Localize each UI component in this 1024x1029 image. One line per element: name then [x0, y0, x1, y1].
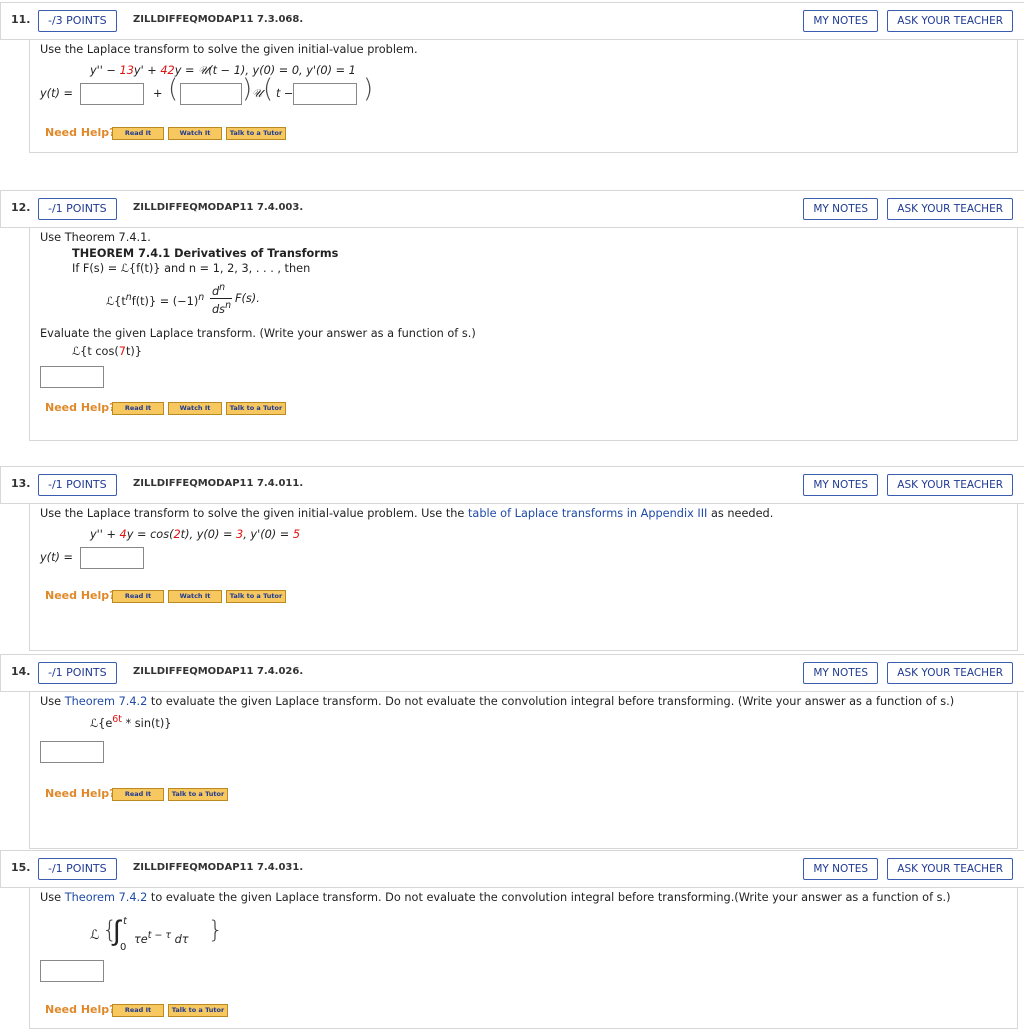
answer-input[interactable]	[40, 741, 104, 763]
talk-tutor-button[interactable]: Talk to a Tutor	[226, 402, 286, 415]
appendix-table-link[interactable]: table of Laplace transforms in Appendix …	[468, 507, 707, 520]
need-help-label: Need Help?	[45, 589, 116, 602]
talk-tutor-button[interactable]: Talk to a Tutor	[226, 127, 286, 140]
laplace-expression: ℒ{t cos(7t)}	[72, 345, 142, 358]
t-minus-label: t −	[276, 87, 294, 100]
need-help-label: Need Help?	[45, 787, 116, 800]
theorem-link[interactable]: Theorem 7.4.2	[65, 695, 148, 708]
ask-teacher-button[interactable]: ASK YOUR TEACHER	[887, 10, 1013, 32]
differential-equation: y'' + 4y = cos(2t), y(0) = 3, y'(0) = 5	[90, 528, 301, 541]
my-notes-button[interactable]: MY NOTES	[803, 10, 878, 32]
talk-tutor-button[interactable]: Talk to a Tutor	[226, 590, 286, 603]
question-id: ZILLDIFFEQMODAP11 7.3.068.	[133, 14, 304, 25]
theorem-title: THEOREM 7.4.1 Derivatives of Transforms	[72, 247, 339, 260]
watch-it-button[interactable]: Watch It	[168, 590, 222, 603]
plus-sign: +	[153, 87, 163, 100]
question-id: ZILLDIFFEQMODAP11 7.4.011.	[133, 478, 304, 489]
question-header: 12. -/1 POINTS ZILLDIFFEQMODAP11 7.4.003…	[0, 190, 1024, 228]
ask-teacher-button[interactable]: ASK YOUR TEACHER	[887, 662, 1013, 684]
right-brace: }	[208, 916, 224, 944]
question-body: Use Theorem 7.4.2 to evaluate the given …	[29, 888, 1018, 1029]
read-it-button[interactable]: Read It	[112, 402, 164, 415]
question-prompt: Use Theorem 7.4.2 to evaluate the given …	[40, 891, 951, 904]
answer-label: y(t) =	[40, 551, 73, 564]
question-body: Use the Laplace transform to solve the g…	[29, 40, 1018, 153]
my-notes-button[interactable]: MY NOTES	[803, 198, 878, 220]
ask-teacher-button[interactable]: ASK YOUR TEACHER	[887, 198, 1013, 220]
question-number: 12.	[11, 201, 31, 214]
question-header: 11. -/3 POINTS ZILLDIFFEQMODAP11 7.3.068…	[0, 2, 1024, 40]
answer-input[interactable]	[40, 366, 104, 388]
points-badge[interactable]: -/1 POINTS	[38, 474, 117, 496]
answer-input-3[interactable]	[293, 83, 357, 105]
answer-input[interactable]	[40, 960, 104, 982]
watch-it-button[interactable]: Watch It	[168, 402, 222, 415]
my-notes-button[interactable]: MY NOTES	[803, 662, 878, 684]
question-body: Use Theorem 7.4.2 to evaluate the given …	[29, 692, 1018, 849]
formula-derivative-denominator: dsn	[212, 300, 232, 316]
formula-rhs: F(s).	[235, 292, 260, 305]
use-theorem-text: Use Theorem 7.4.1.	[40, 231, 151, 244]
question-id: ZILLDIFFEQMODAP11 7.4.031.	[133, 862, 304, 873]
read-it-button[interactable]: Read It	[112, 127, 164, 140]
answer-input-2[interactable]	[180, 83, 242, 105]
need-help-label: Need Help?	[45, 126, 116, 139]
points-badge[interactable]: -/1 POINTS	[38, 662, 117, 684]
question-14: 14. -/1 POINTS ZILLDIFFEQMODAP11 7.4.026…	[0, 654, 1024, 849]
theorem-condition: If F(s) = ℒ{f(t)} and n = 1, 2, 3, . . .…	[72, 262, 311, 275]
question-body: Use the Laplace transform to solve the g…	[29, 504, 1018, 651]
watch-it-button[interactable]: Watch It	[168, 127, 222, 140]
right-paren: )	[363, 74, 374, 104]
question-13: 13. -/1 POINTS ZILLDIFFEQMODAP11 7.4.011…	[0, 466, 1024, 651]
answer-label: y(t) =	[40, 87, 73, 100]
question-body: Use Theorem 7.4.1. THEOREM 7.4.1 Derivat…	[29, 228, 1018, 441]
left-paren: (	[168, 74, 179, 104]
points-badge[interactable]: -/1 POINTS	[38, 198, 117, 220]
read-it-button[interactable]: Read It	[112, 1004, 164, 1017]
question-12: 12. -/1 POINTS ZILLDIFFEQMODAP11 7.4.003…	[0, 190, 1024, 441]
question-number: 14.	[11, 665, 31, 678]
points-badge[interactable]: -/1 POINTS	[38, 858, 117, 880]
theorem-formula: ℒ{tnf(t)} = (−1)n	[106, 292, 205, 308]
right-paren: )	[242, 74, 253, 104]
answer-input-1[interactable]	[80, 83, 144, 105]
laplace-expression: ℒ{e6t * sin(t)}	[90, 714, 172, 730]
my-notes-button[interactable]: MY NOTES	[803, 858, 878, 880]
talk-tutor-button[interactable]: Talk to a Tutor	[168, 788, 228, 801]
laplace-symbol: ℒ	[90, 928, 100, 943]
question-11: 11. -/3 POINTS ZILLDIFFEQMODAP11 7.3.068…	[0, 2, 1024, 153]
points-badge[interactable]: -/3 POINTS	[38, 10, 117, 32]
answer-input[interactable]	[80, 547, 144, 569]
question-header: 13. -/1 POINTS ZILLDIFFEQMODAP11 7.4.011…	[0, 466, 1024, 504]
evaluate-instruction: Evaluate the given Laplace transform. (W…	[40, 327, 476, 340]
my-notes-button[interactable]: MY NOTES	[803, 474, 878, 496]
question-number: 13.	[11, 477, 31, 490]
ask-teacher-button[interactable]: ASK YOUR TEACHER	[887, 858, 1013, 880]
question-header: 14. -/1 POINTS ZILLDIFFEQMODAP11 7.4.026…	[0, 654, 1024, 692]
question-number: 15.	[11, 861, 31, 874]
question-prompt: Use the Laplace transform to solve the g…	[40, 507, 774, 520]
formula-derivative-numerator: dn	[212, 282, 226, 298]
read-it-button[interactable]: Read It	[112, 590, 164, 603]
question-15: 15. -/1 POINTS ZILLDIFFEQMODAP11 7.4.031…	[0, 850, 1024, 1029]
left-paren: (	[263, 74, 274, 104]
differential-equation: y'' − 13y' + 42y = 𝒰(t − 1), y(0) = 0, y…	[90, 64, 356, 77]
question-id: ZILLDIFFEQMODAP11 7.4.003.	[133, 202, 304, 213]
question-prompt: Use Theorem 7.4.2 to evaluate the given …	[40, 695, 955, 708]
fraction-bar	[210, 298, 232, 299]
question-prompt: Use the Laplace transform to solve the g…	[40, 43, 418, 56]
theorem-link[interactable]: Theorem 7.4.2	[65, 891, 148, 904]
question-id: ZILLDIFFEQMODAP11 7.4.026.	[133, 666, 304, 677]
unit-step-symbol: 𝒰	[252, 87, 263, 100]
talk-tutor-button[interactable]: Talk to a Tutor	[168, 1004, 228, 1017]
question-header: 15. -/1 POINTS ZILLDIFFEQMODAP11 7.4.031…	[0, 850, 1024, 888]
integral-lower-limit: 0	[120, 942, 127, 953]
integral-upper-limit: t	[123, 916, 127, 927]
ask-teacher-button[interactable]: ASK YOUR TEACHER	[887, 474, 1013, 496]
read-it-button[interactable]: Read It	[112, 788, 164, 801]
question-number: 11.	[11, 13, 31, 26]
integrand: τet − τ dτ	[134, 930, 189, 946]
need-help-label: Need Help?	[45, 401, 116, 414]
need-help-label: Need Help?	[45, 1003, 116, 1016]
